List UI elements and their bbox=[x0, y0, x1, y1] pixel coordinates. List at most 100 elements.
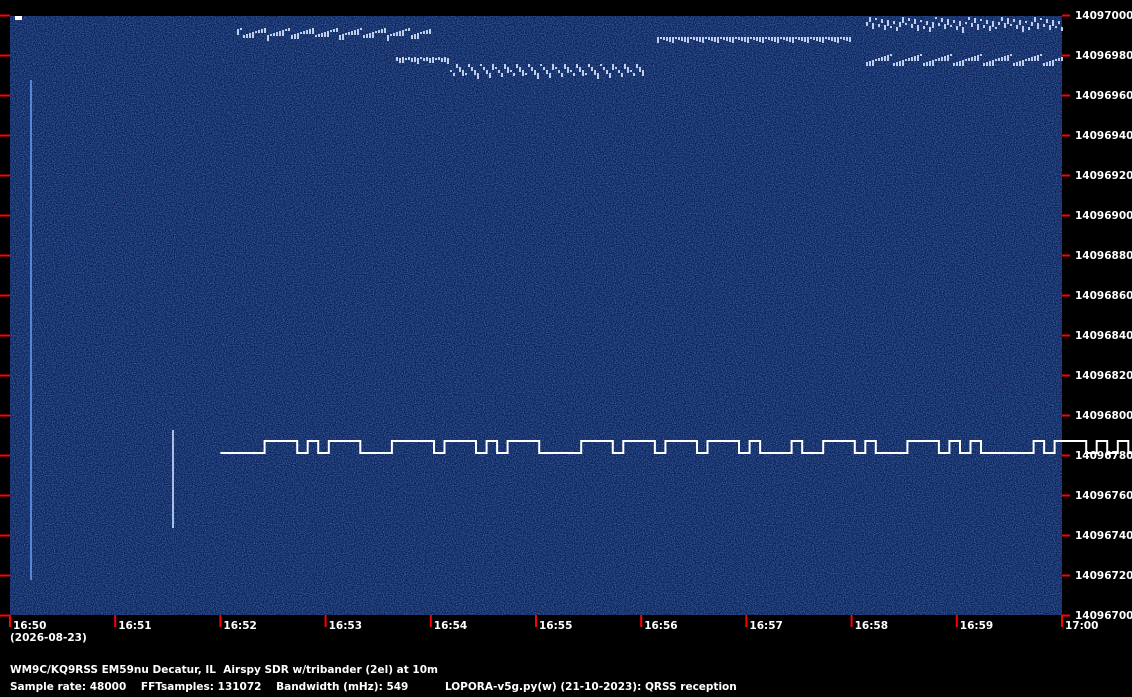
signal-dot bbox=[456, 64, 458, 68]
signal-dot bbox=[1007, 55, 1009, 61]
reception-info: Sample rate: 48000 FFTsamples: 131072 Ba… bbox=[10, 681, 737, 693]
signal-dot bbox=[249, 33, 251, 38]
signal-dot bbox=[714, 37, 716, 42]
signal-dot bbox=[354, 30, 356, 35]
signal-dot bbox=[765, 37, 767, 39]
signal-dot bbox=[594, 70, 596, 75]
signal-dot bbox=[947, 55, 949, 61]
signal-dot bbox=[965, 22, 967, 24]
signal-dot bbox=[525, 73, 527, 75]
signal-dot bbox=[708, 37, 710, 40]
signal-dot bbox=[639, 67, 641, 72]
signal-dot bbox=[246, 34, 248, 38]
signal-dot bbox=[807, 37, 809, 43]
signal-dot bbox=[1025, 59, 1027, 61]
signal-dot bbox=[510, 70, 512, 72]
signal-dot bbox=[1049, 61, 1051, 66]
y-tick-label: 14096860 bbox=[1075, 290, 1132, 302]
signal-dot bbox=[396, 32, 398, 36]
signal-dot bbox=[810, 37, 812, 39]
signal-dot bbox=[995, 59, 997, 61]
signal-dot bbox=[540, 64, 542, 66]
signal-dot bbox=[339, 35, 341, 40]
signal-dot bbox=[977, 24, 979, 30]
signal-dot bbox=[1028, 58, 1030, 61]
signal-dot bbox=[1034, 17, 1036, 22]
signal-dot bbox=[875, 59, 877, 61]
signal-dot bbox=[531, 67, 533, 71]
signal-dot bbox=[465, 73, 467, 75]
signal-dot bbox=[675, 37, 677, 39]
signal-dot bbox=[372, 32, 374, 38]
signal-dot bbox=[408, 57, 410, 60]
signal-dot bbox=[872, 23, 874, 29]
signal-dot bbox=[276, 32, 278, 36]
signal-dot bbox=[423, 58, 425, 61]
signal-dot bbox=[983, 63, 985, 66]
signal-dot bbox=[420, 32, 422, 34]
signal-dot bbox=[1001, 17, 1003, 21]
signal-dot bbox=[579, 67, 581, 72]
signal-dot bbox=[549, 73, 551, 78]
signal-dot bbox=[1049, 25, 1051, 30]
signal-dot bbox=[468, 64, 470, 67]
signal-dot bbox=[783, 37, 785, 40]
signal-dot bbox=[462, 70, 464, 76]
signal-dot bbox=[369, 33, 371, 38]
signal-dot bbox=[420, 57, 422, 59]
signal-dot bbox=[831, 37, 833, 41]
signal-dot bbox=[747, 37, 749, 43]
y-tick-label: 14096940 bbox=[1075, 130, 1132, 142]
signal-dot bbox=[585, 73, 587, 75]
signal-dot bbox=[696, 37, 698, 41]
signal-dot bbox=[399, 31, 401, 36]
signal-dot bbox=[516, 64, 518, 68]
signal-dot bbox=[711, 37, 713, 41]
signal-dot bbox=[657, 37, 659, 43]
signal-dot bbox=[905, 59, 907, 61]
y-tick-label: 14096820 bbox=[1075, 370, 1132, 382]
signal-dot bbox=[944, 56, 946, 61]
signal-dot bbox=[387, 35, 389, 41]
signal-dot bbox=[920, 20, 922, 22]
signal-dot bbox=[846, 37, 848, 41]
signal-dot bbox=[261, 29, 263, 33]
signal-dot bbox=[237, 29, 239, 35]
signal-dot bbox=[321, 33, 323, 37]
fft-samples: FFTsamples: 131072 bbox=[140, 681, 262, 693]
signal-dot bbox=[935, 17, 937, 19]
signal-dot bbox=[953, 20, 955, 23]
signal-dot bbox=[348, 32, 350, 35]
x-tick-label: 16:52 bbox=[223, 620, 256, 632]
signal-dot bbox=[974, 56, 976, 61]
signal-dot bbox=[729, 37, 731, 42]
signal-dot bbox=[606, 70, 608, 74]
signal-dot bbox=[423, 31, 425, 34]
signal-dot bbox=[534, 70, 536, 75]
signal-dot bbox=[273, 33, 275, 36]
signal-dot bbox=[840, 37, 842, 39]
signal-dot bbox=[947, 19, 949, 25]
spectrogram-chart: 14097000 14096980 14096960 14096940 14096920… bbox=[0, 10, 1132, 632]
signal-dot bbox=[768, 37, 770, 40]
signal-dot bbox=[492, 64, 494, 70]
signal-dot bbox=[920, 54, 922, 56]
signal-dot bbox=[489, 73, 491, 78]
signal-dot bbox=[666, 37, 668, 41]
signal-dot bbox=[678, 37, 680, 40]
signal-dot bbox=[378, 30, 380, 33]
signal-dot bbox=[471, 67, 473, 71]
signal-dot bbox=[582, 70, 584, 76]
signal-dot bbox=[890, 26, 892, 28]
signal-dot bbox=[750, 37, 752, 39]
signal-dot bbox=[309, 29, 311, 34]
signal-dot bbox=[980, 54, 982, 56]
signal-dot bbox=[956, 26, 958, 30]
signal-dot bbox=[726, 37, 728, 41]
signal-dot bbox=[450, 70, 452, 72]
signal-dot bbox=[684, 37, 686, 42]
signal-dot bbox=[992, 60, 994, 66]
signal-dot bbox=[1019, 20, 1021, 25]
signal-dot bbox=[243, 35, 245, 38]
y-tick-label: 14096960 bbox=[1075, 90, 1132, 102]
